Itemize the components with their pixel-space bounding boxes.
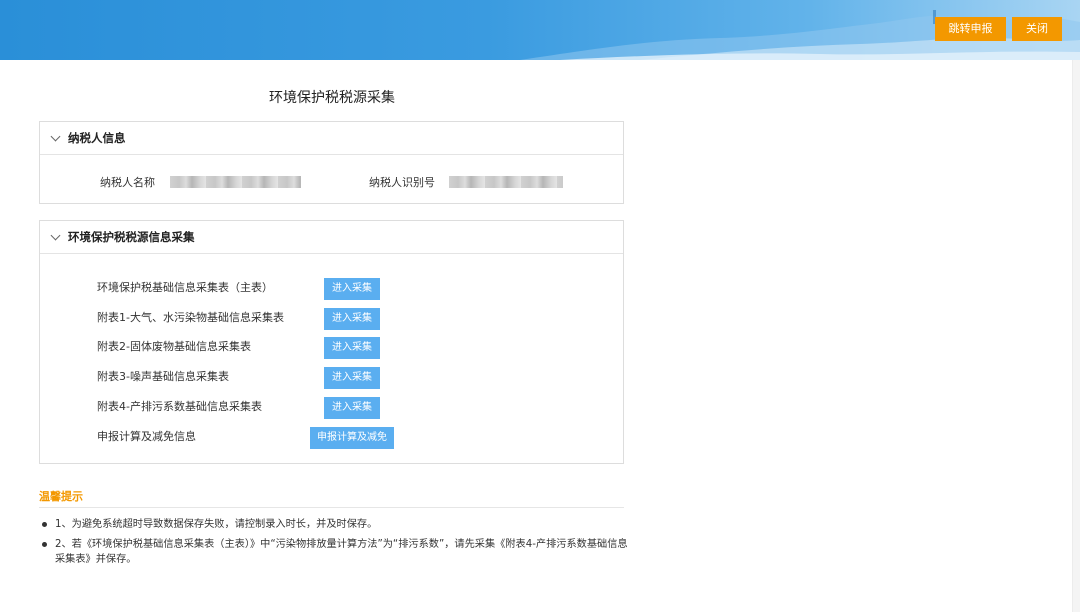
appendix1-label: 附表1-大气、水污染物基础信息采集表 [97, 311, 284, 324]
declare-calc-relief-button[interactable]: 申报计算及减免 [310, 427, 394, 449]
tax-source-collection-panel: 环境保护税税源信息采集 环境保护税基础信息采集表（主表） 进入采集 附表1-大气… [39, 220, 624, 464]
taxpayer-info-panel: 纳税人信息 纳税人名称 纳税人识别号 [39, 121, 624, 204]
main-table-label: 环境保护税基础信息采集表（主表） [97, 281, 273, 294]
banner-mountain-graphic [520, 10, 1080, 60]
tip-text: 1、为避免系统超时导致数据保存失败，请控制录入时长，并及时保存。 [55, 519, 378, 530]
enter-appendix4-button[interactable]: 进入采集 [324, 397, 380, 419]
tip-item: 2、若《环境保护税基础信息采集表（主表）》中“污染物排放量计算方法”为“排污系数… [39, 537, 634, 567]
tips-divider [39, 507, 624, 508]
tip-item: 1、为避免系统超时导致数据保存失败，请控制录入时长，并及时保存。 [39, 517, 634, 532]
top-banner: 跳转申报 关闭 [0, 0, 1080, 60]
bullet-icon [42, 542, 47, 547]
chevron-down-icon[interactable] [50, 230, 61, 240]
enter-appendix3-button[interactable]: 进入采集 [324, 367, 380, 389]
tip-text: 2、若《环境保护税基础信息采集表（主表）》中“污染物排放量计算方法”为“排污系数… [55, 539, 628, 565]
appendix2-label: 附表2-固体废物基础信息采集表 [97, 340, 251, 353]
tax-source-collection-title: 环境保护税税源信息采集 [68, 230, 195, 244]
enter-appendix1-button[interactable]: 进入采集 [324, 308, 380, 330]
page-title: 环境保护税税源采集 [269, 90, 395, 106]
taxpayer-info-header[interactable]: 纳税人信息 [40, 122, 623, 155]
close-button[interactable]: 关闭 [1012, 17, 1062, 41]
taxpayer-info-title: 纳税人信息 [68, 131, 126, 145]
jump-declare-button[interactable]: 跳转申报 [935, 17, 1006, 41]
taxpayer-id-label: 纳税人识别号 [369, 176, 435, 189]
appendix3-label: 附表3-噪声基础信息采集表 [97, 370, 229, 383]
taxpayer-name-value-redacted [170, 176, 301, 188]
taxpayer-name-label: 纳税人名称 [100, 176, 155, 189]
declare-calc-label: 申报计算及减免信息 [97, 430, 196, 443]
enter-appendix2-button[interactable]: 进入采集 [324, 337, 380, 359]
taxpayer-id-value-redacted [449, 176, 563, 188]
chevron-down-icon[interactable] [50, 131, 61, 141]
tax-source-collection-header[interactable]: 环境保护税税源信息采集 [40, 221, 623, 254]
appendix4-label: 附表4-产排污系数基础信息采集表 [97, 400, 262, 413]
enter-main-table-button[interactable]: 进入采集 [324, 278, 380, 300]
tips-list: 1、为避免系统超时导致数据保存失败，请控制录入时长，并及时保存。 2、若《环境保… [39, 517, 634, 572]
page-scrollbar[interactable] [1072, 60, 1080, 612]
tips-title: 温馨提示 [39, 490, 83, 503]
bullet-icon [42, 522, 47, 527]
